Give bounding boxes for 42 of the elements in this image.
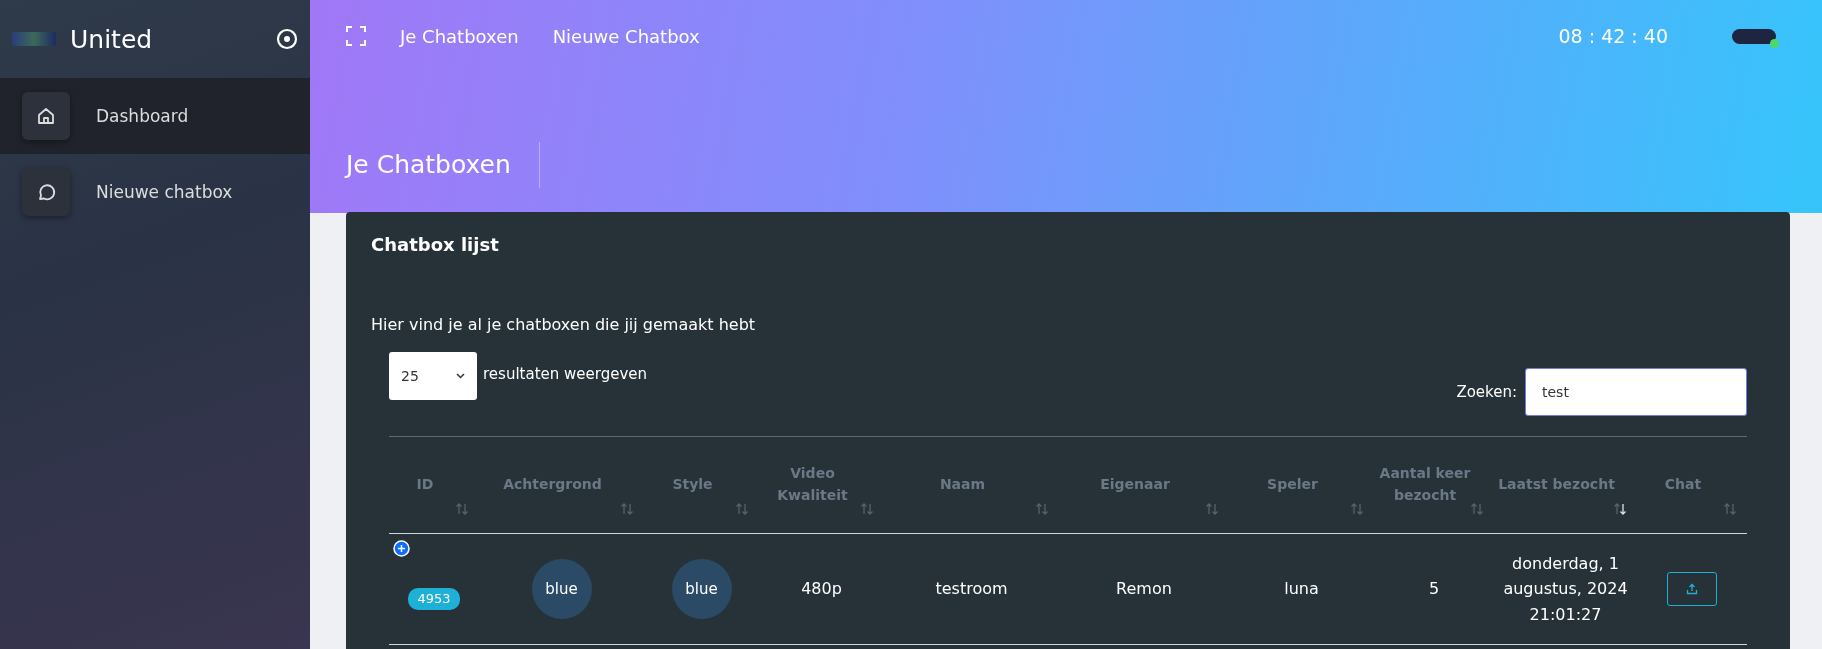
description: Hier vind je al je chatboxen die jij gemaakt hebt (371, 315, 757, 334)
table-cell: testroom (884, 533, 1059, 645)
column-header[interactable]: Video Kwaliteit (759, 436, 884, 534)
nav-link[interactable]: Nieuwe Chatbox (552, 25, 700, 47)
column-header[interactable]: Achtergrond (479, 436, 644, 534)
page-size-label: resultaten weergeven (483, 365, 647, 383)
column-header[interactable]: Eigenaar (1059, 436, 1229, 534)
column-header[interactable]: Laatst bezocht (1494, 436, 1637, 534)
search-field[interactable]: test (1525, 368, 1747, 416)
share-button[interactable] (1667, 572, 1717, 606)
home-icon (36, 106, 56, 126)
table-cell: donderdag, 1 augustus, 2024 21:01:27 (1494, 533, 1637, 645)
page-title: Je Chatboxen (346, 142, 540, 188)
logo-image (12, 32, 56, 46)
brand-name: United (70, 24, 154, 54)
speech-bubble-icon (36, 182, 56, 202)
id-badge: 4953 (408, 587, 460, 611)
fullscreen-icon[interactable] (346, 26, 366, 46)
target-icon[interactable] (276, 28, 298, 50)
upload-icon (1686, 583, 1698, 595)
sort-icon[interactable] (1613, 503, 1627, 515)
color-chip: blue (671, 559, 732, 619)
card-title: Chatbox lijst (371, 234, 500, 255)
sidebar-item[interactable]: Dashboard (0, 78, 310, 154)
column-header[interactable]: Speler (1229, 436, 1374, 534)
chevron-icon (456, 373, 465, 379)
table-cell: 480p (759, 533, 884, 645)
column-header[interactable]: Chat (1637, 436, 1747, 534)
nav-link[interactable]: Je Chatboxen (400, 25, 519, 47)
sidebar-item[interactable]: Nieuwe chatbox (0, 154, 310, 230)
clock: 08 : 42 : 40 (1558, 25, 1668, 47)
table-cell: Remon (1059, 533, 1229, 645)
search-label: Zoeken: (1456, 383, 1517, 401)
column-header[interactable]: ID (389, 436, 479, 534)
color-chip: blue (531, 559, 592, 619)
column-header[interactable]: Naam (884, 436, 1059, 534)
table-cell: luna (1229, 533, 1374, 645)
column-header[interactable]: Style (644, 436, 759, 534)
table-cell: 5 (1374, 533, 1494, 645)
page-size-select[interactable]: 25 (389, 352, 477, 400)
column-header[interactable]: Aantal keer bezocht (1374, 436, 1494, 534)
expand-icon[interactable] (393, 540, 410, 557)
